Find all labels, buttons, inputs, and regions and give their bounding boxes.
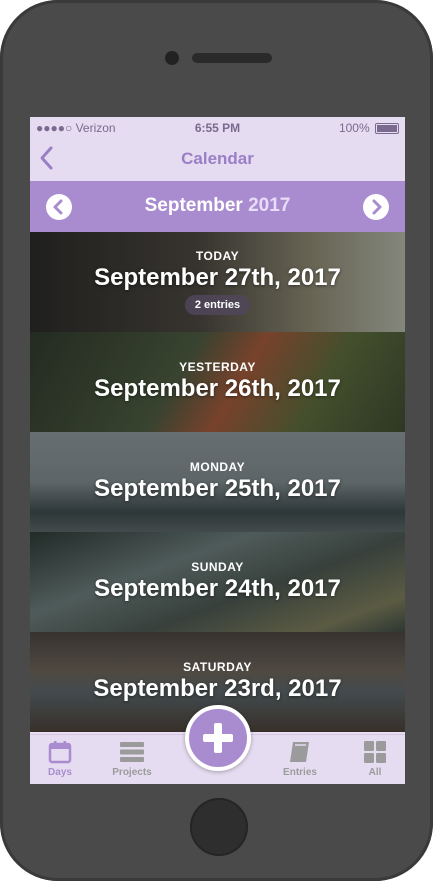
calendar-icon: [48, 741, 72, 764]
projects-icon: [120, 742, 144, 762]
day-row-today[interactable]: TODAY September 27th, 2017 2 entries: [30, 232, 405, 332]
speaker-grille: [192, 53, 272, 63]
month-header: September 2017: [30, 181, 405, 232]
day-label: SATURDAY: [183, 660, 252, 674]
tab-days[interactable]: Days: [30, 739, 90, 778]
day-list: TODAY September 27th, 2017 2 entries YES…: [30, 232, 405, 740]
day-label: YESTERDAY: [179, 360, 256, 374]
app-screen: ●●●●○ Verizon 6:55 PM 100% Calendar Sept…: [30, 117, 405, 784]
page-title: Calendar: [181, 149, 254, 168]
day-label: MONDAY: [189, 460, 246, 474]
tab-label: Entries: [283, 767, 317, 778]
day-date: September 24th, 2017: [94, 575, 341, 602]
day-row-yesterday[interactable]: YESTERDAY September 26th, 2017: [30, 332, 405, 432]
nav-bar: Calendar: [30, 139, 405, 181]
day-date: September 27th, 2017: [94, 264, 341, 291]
day-label: SUNDAY: [191, 560, 244, 574]
book-icon: [290, 742, 309, 762]
month-title: September 2017: [30, 195, 405, 217]
tab-all[interactable]: All: [345, 739, 405, 778]
phone-frame: ●●●●○ Verizon 6:55 PM 100% Calendar Sept…: [0, 0, 433, 881]
add-entry-button[interactable]: [185, 705, 251, 771]
status-bar: ●●●●○ Verizon 6:55 PM 100%: [30, 117, 405, 139]
day-date: September 23rd, 2017: [93, 675, 342, 702]
next-month-button[interactable]: [363, 194, 389, 220]
camera-icon: [165, 51, 179, 65]
month-year: 2017: [248, 195, 291, 216]
battery-indicator: 100%: [339, 121, 399, 135]
month-name: September: [144, 195, 243, 216]
day-row-sunday[interactable]: SUNDAY September 24th, 2017: [30, 532, 405, 632]
tab-entries[interactable]: Entries: [270, 739, 330, 778]
tab-label: Projects: [112, 767, 152, 778]
tab-label: Days: [48, 767, 72, 778]
grid-icon: [364, 741, 386, 763]
entries-count-badge: 2 entries: [185, 295, 250, 315]
home-button[interactable]: [190, 798, 248, 856]
battery-icon: [375, 123, 399, 135]
day-label: TODAY: [195, 249, 240, 263]
chevron-right-circle-icon: [372, 199, 382, 215]
tab-label: All: [368, 767, 382, 778]
day-date: September 25th, 2017: [94, 475, 341, 502]
battery-label: 100%: [338, 121, 370, 135]
day-date: September 26th, 2017: [94, 375, 341, 402]
day-row-monday[interactable]: MONDAY September 25th, 2017: [30, 432, 405, 532]
tab-projects[interactable]: Projects: [102, 739, 162, 778]
plus-icon-vertical: [214, 723, 222, 753]
